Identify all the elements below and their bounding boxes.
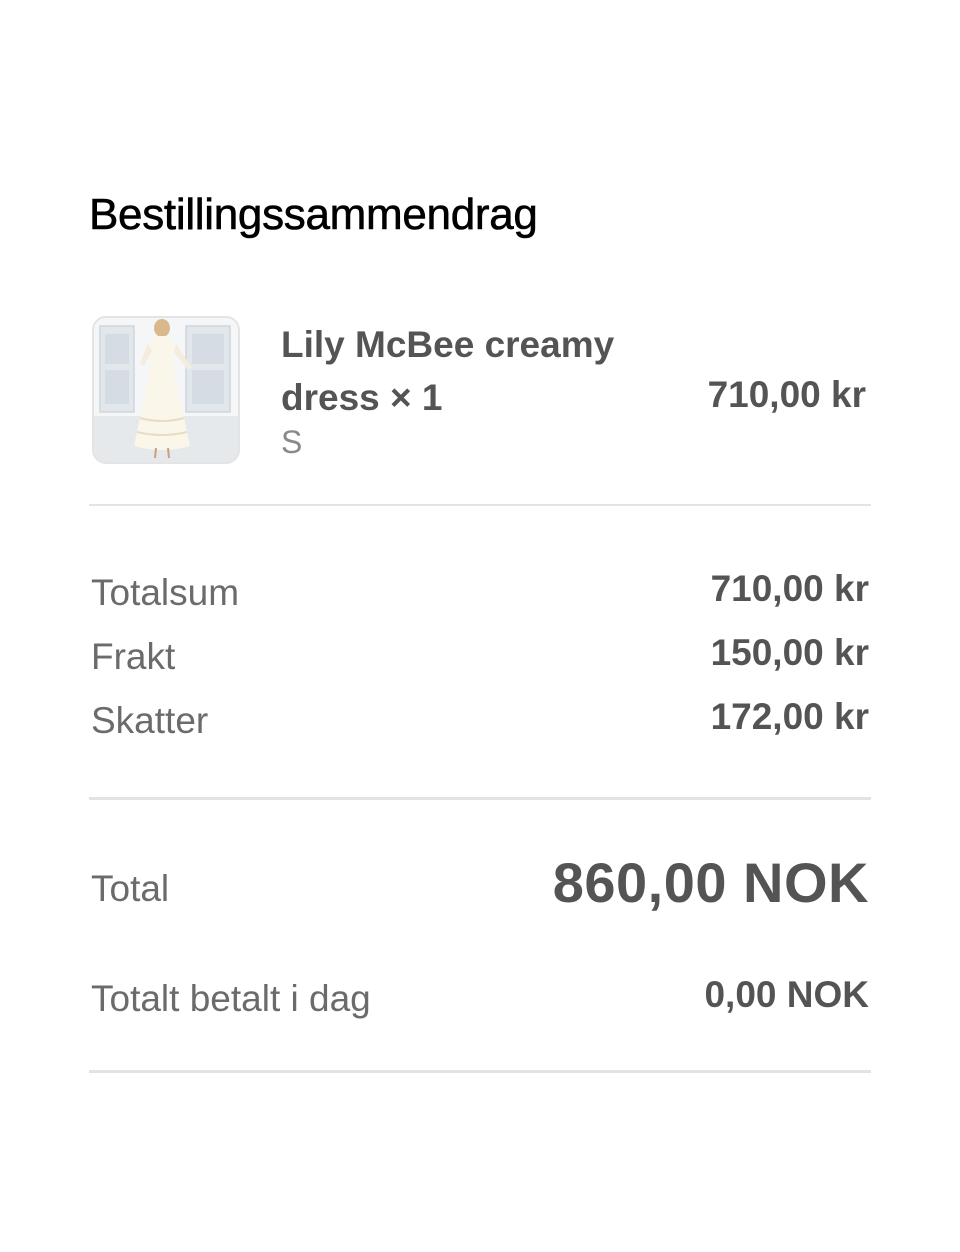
taxes-value: 172,00 kr [710, 696, 869, 737]
shipping-value: 150,00 kr [710, 632, 869, 673]
total-value: 860,00 NOK [552, 851, 869, 914]
paid-today-value: 0,00 NOK [704, 974, 869, 1015]
subtotal-value: 710,00 kr [710, 568, 869, 609]
product-image [92, 316, 240, 464]
product-name: Lily McBee creamy dress × 1 [281, 324, 615, 418]
shipping-label: Frakt [91, 636, 176, 677]
divider [89, 797, 871, 800]
divider [89, 504, 871, 506]
product-variant: S [281, 424, 303, 460]
product-price: 710,00 kr [707, 374, 866, 415]
order-summary-title: Bestillingssammendrag [89, 190, 538, 240]
total-label: Total [91, 868, 170, 909]
dress-photo-icon [94, 318, 238, 462]
paid-today-label: Totalt betalt i dag [91, 978, 371, 1019]
divider [89, 1070, 871, 1073]
subtotal-label: Totalsum [91, 572, 240, 613]
taxes-label: Skatter [91, 700, 209, 741]
